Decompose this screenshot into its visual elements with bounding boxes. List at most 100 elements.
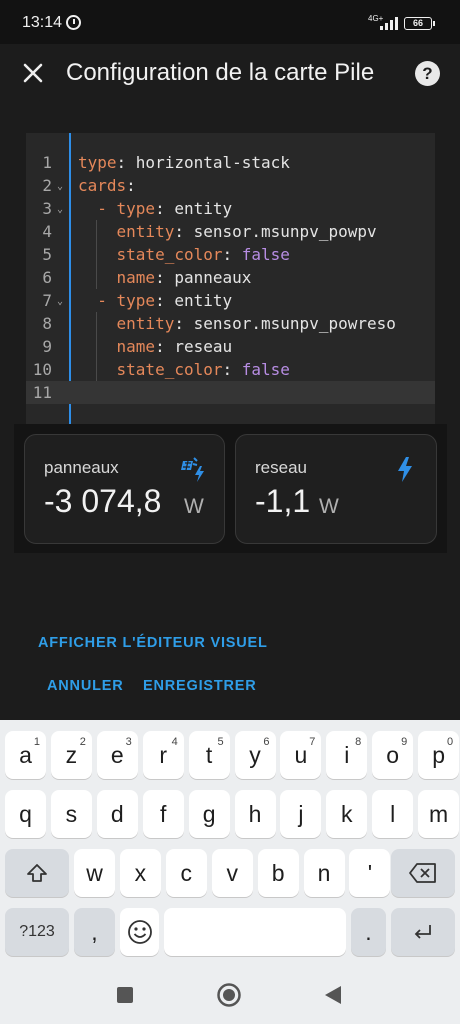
key-g[interactable]: g [188, 790, 230, 838]
line-number: 11 [32, 383, 52, 402]
key-j[interactable]: j [280, 790, 322, 838]
key-i[interactable]: i8 [326, 731, 368, 779]
key-q[interactable]: q [5, 790, 46, 838]
key-label: t [205, 742, 213, 768]
line-number: 10 [32, 360, 52, 379]
key-n[interactable]: n [303, 849, 345, 897]
yaml-key: entity [116, 314, 175, 333]
entity-card-panneaux[interactable]: panneaux -3 074,8 W [24, 434, 225, 544]
key-hint: 6 [263, 736, 270, 748]
yaml-key: type [116, 199, 156, 218]
back-icon[interactable] [322, 984, 344, 1006]
key-e[interactable]: e3 [96, 731, 138, 779]
close-icon[interactable] [20, 60, 46, 86]
fold-chevron-icon[interactable]: ⌄ [57, 198, 63, 221]
key-hint: 7 [309, 736, 316, 748]
code-text: state_color: false [78, 243, 290, 266]
key-p[interactable]: p0 [418, 731, 460, 779]
key-hint: 9 [401, 736, 408, 748]
entity-card-unit: W [319, 495, 339, 518]
enter-key[interactable] [391, 908, 455, 956]
yaml-value: false [241, 245, 290, 264]
line-number: 5 [42, 245, 52, 264]
fold-chevron-icon[interactable]: ⌄ [57, 290, 63, 313]
help-icon[interactable]: ? [415, 61, 440, 86]
key-y[interactable]: y6 [234, 731, 276, 779]
code-line[interactable]: 3 ⌄ - type: entity [26, 197, 435, 220]
cancel-button[interactable]: ANNULER [47, 678, 124, 694]
alarm-icon [66, 15, 81, 30]
key-m[interactable]: m [418, 790, 460, 838]
line-number: 2 [42, 176, 52, 195]
key-k[interactable]: k [326, 790, 368, 838]
code-line[interactable]: 11 [26, 381, 435, 404]
key-u[interactable]: u7 [280, 731, 322, 779]
key-x[interactable]: x [119, 849, 161, 897]
key-apostrophe[interactable]: ' [349, 849, 391, 897]
key-a[interactable]: a1 [5, 731, 46, 779]
line-number: 9 [42, 337, 52, 356]
signal-icon [380, 16, 400, 30]
indent: - [78, 199, 117, 218]
key-s[interactable]: s [50, 790, 92, 838]
lightning-bolt-icon [398, 457, 412, 482]
key-label: i [344, 742, 350, 768]
home-icon[interactable] [216, 982, 242, 1008]
shift-key[interactable] [5, 849, 69, 897]
space-bar[interactable] [164, 908, 346, 956]
key-h[interactable]: h [234, 790, 276, 838]
line-number: 7 [42, 291, 52, 310]
yaml-value: reseau [174, 337, 233, 356]
key-l[interactable]: l [372, 790, 414, 838]
code-line[interactable]: 8 entity: sensor.msunpv_powreso [26, 312, 435, 335]
line-number: 6 [42, 268, 52, 287]
emoji-key[interactable] [120, 908, 159, 956]
code-line[interactable]: 9 name: reseau [26, 335, 435, 358]
key-w[interactable]: w [74, 849, 115, 897]
status-bar: 13:14 4G+ 66 [0, 0, 460, 44]
line-number: 4 [42, 222, 52, 241]
key-r[interactable]: r4 [142, 731, 184, 779]
code-line[interactable]: 2 ⌄ cards: [26, 174, 435, 197]
period-key[interactable]: . [351, 908, 386, 956]
yaml-code-editor[interactable]: 1 type: horizontal-stack 2 ⌄ cards: 3 ⌄ - typ… [26, 133, 435, 426]
backspace-key[interactable] [391, 849, 455, 897]
code-line[interactable]: 6 name: panneaux [26, 266, 435, 289]
key-b[interactable]: b [257, 849, 299, 897]
solar-power-icon [181, 457, 204, 482]
code-line[interactable]: 5 state_color: false [26, 243, 435, 266]
key-t[interactable]: t5 [188, 731, 230, 779]
indent-guide [96, 312, 97, 381]
key-label: e [110, 742, 124, 768]
show-visual-editor-button[interactable]: AFFICHER L'ÉDITEUR VISUEL [38, 635, 268, 651]
entity-card-reseau[interactable]: reseau -1,1 W [235, 434, 437, 544]
yaml-key: cards [78, 176, 127, 195]
code-line[interactable]: 7 ⌄ - type: entity [26, 289, 435, 312]
backspace-icon [409, 863, 436, 883]
indent-guide [96, 220, 97, 289]
yaml-key: name [116, 268, 156, 287]
key-c[interactable]: c [165, 849, 207, 897]
code-line[interactable]: 1 type: horizontal-stack [26, 151, 435, 174]
comma-key[interactable]: , [74, 908, 115, 956]
fold-chevron-icon[interactable]: ⌄ [57, 175, 63, 198]
entity-card-value: -3 074,8 [44, 483, 162, 519]
key-v[interactable]: v [211, 849, 253, 897]
code-line[interactable]: 10 state_color: false [26, 358, 435, 381]
key-d[interactable]: d [96, 790, 138, 838]
emoji-icon [127, 920, 152, 944]
key-z[interactable]: z2 [50, 731, 92, 779]
key-label: p [432, 742, 445, 768]
yaml-value: false [241, 360, 290, 379]
entity-card-name: panneaux [44, 458, 119, 477]
symbols-key[interactable]: ?123 [5, 908, 69, 956]
line-number: 8 [42, 314, 52, 333]
code-line[interactable]: 4 entity: sensor.msunpv_powpv [26, 220, 435, 243]
key-o[interactable]: o9 [372, 731, 414, 779]
recents-icon[interactable] [115, 985, 135, 1005]
key-f[interactable]: f [142, 790, 184, 838]
save-button[interactable]: ENREGISTRER [143, 678, 257, 694]
